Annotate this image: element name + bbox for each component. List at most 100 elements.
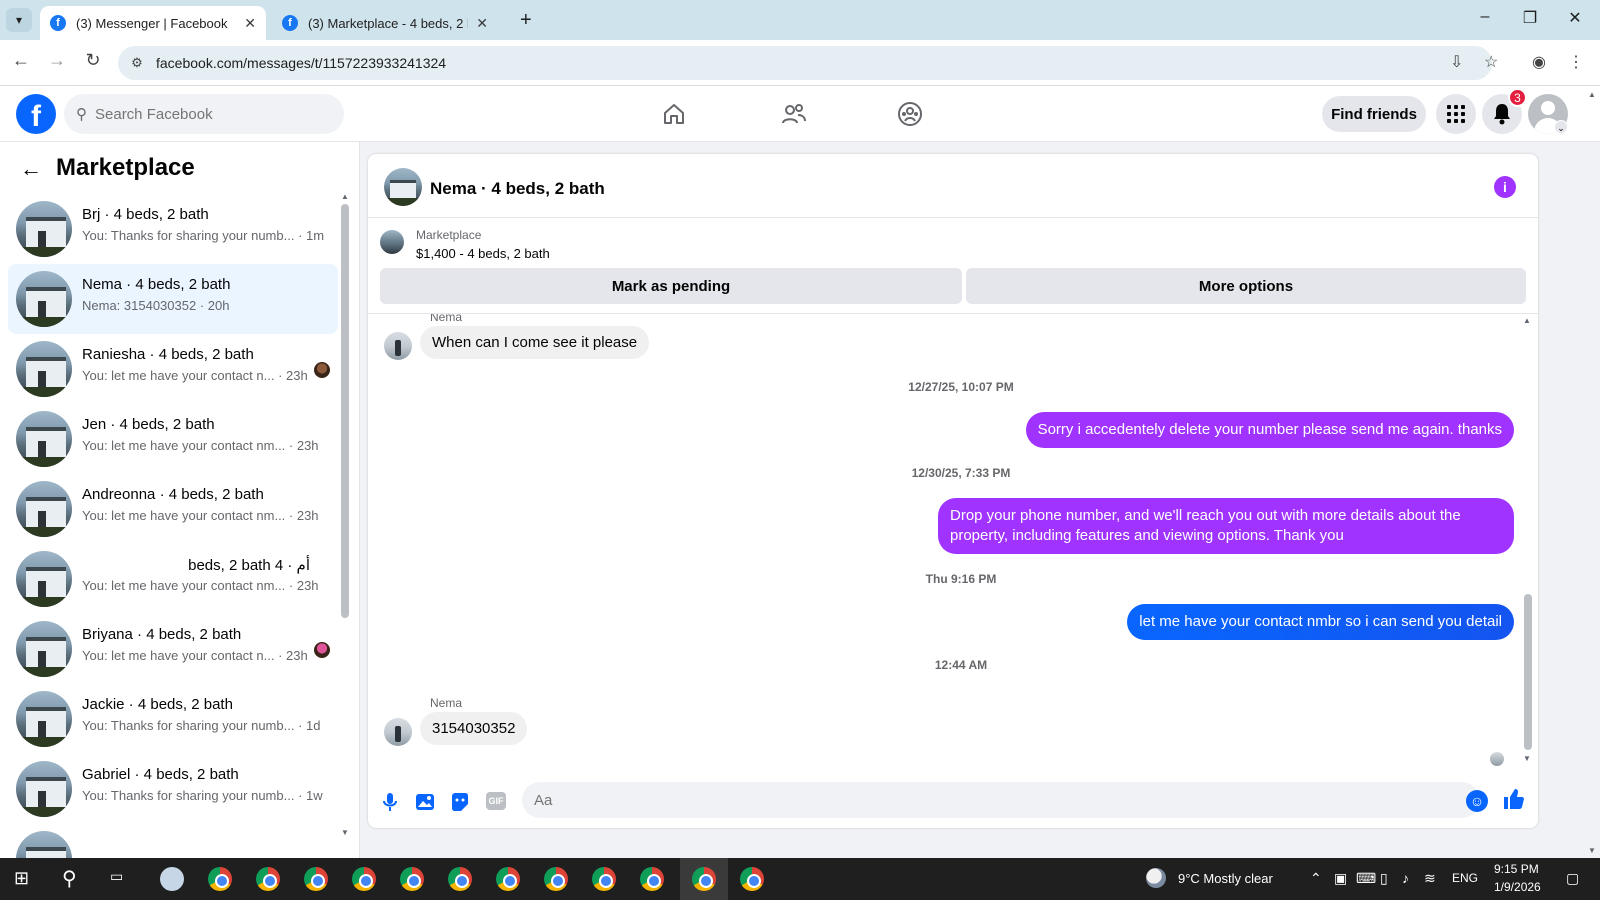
chrome-icon[interactable] (640, 867, 664, 891)
volume-icon[interactable]: ♪ (1402, 870, 1409, 886)
conversation-item[interactable]: Briyana · 4 beds, 2 bath You: let me hav… (8, 614, 338, 684)
battery-icon[interactable]: ▯ (1380, 870, 1388, 887)
chrome-icon[interactable] (304, 867, 328, 891)
browser-tab-marketplace[interactable]: f (3) Marketplace - 4 beds, 2 bath ✕ (272, 6, 498, 40)
browser-menu-icon[interactable]: ⋮ (1568, 52, 1584, 72)
groups-icon[interactable] (890, 98, 930, 130)
home-icon[interactable] (654, 98, 694, 130)
conversation-item[interactable]: Jackie · 4 beds, 2 bath You: Thanks for … (8, 684, 338, 754)
reload-icon[interactable]: ↻ (80, 50, 106, 71)
listing-thumbnail (16, 761, 72, 817)
chrome-icon[interactable] (544, 867, 568, 891)
conversation-preview: Nema: 3154030352 · 20h (82, 298, 230, 313)
clock-date[interactable]: 1/9/2026 (1494, 880, 1541, 894)
sender-avatar[interactable] (384, 718, 412, 746)
outgoing-message[interactable]: Sorry i accedentely delete your number p… (1025, 412, 1514, 448)
back-arrow-icon[interactable]: ← (8, 50, 34, 71)
install-app-icon[interactable]: ⇩ (1450, 52, 1463, 72)
omnibox[interactable]: ⚙ facebook.com/messages/t/11572239332413… (118, 46, 1492, 80)
menu-grid-icon[interactable] (1436, 94, 1476, 134)
chrome-icon[interactable] (496, 867, 520, 891)
language-indicator[interactable]: ENG (1452, 871, 1478, 885)
site-info-icon[interactable]: ⚙ (122, 55, 152, 71)
chrome-icon[interactable] (400, 867, 424, 891)
facebook-search-box[interactable]: ⚲ (64, 94, 344, 134)
conversation-item[interactable]: Jen · 4 beds, 2 bath You: let me have yo… (8, 404, 338, 474)
close-window-icon[interactable]: ✕ (1560, 8, 1590, 28)
photo-icon[interactable] (413, 790, 437, 814)
chat-panel: Nema · 4 beds, 2 bath i Marketplace $1,4… (368, 154, 1538, 828)
timestamp: 12:44 AM (934, 658, 988, 672)
input-method-icon[interactable]: ⌨ (1356, 870, 1376, 887)
chat-header: Nema · 4 beds, 2 bath i (368, 154, 1538, 218)
notification-center-icon[interactable]: ▢ (1566, 870, 1579, 887)
chrome-icon[interactable] (740, 867, 764, 891)
conversation-item[interactable]: Brj · 4 beds, 2 bath You: Thanks for sha… (8, 194, 338, 264)
gif-icon[interactable]: GIF (486, 792, 506, 810)
thumbs-up-icon[interactable] (1502, 788, 1524, 816)
restore-icon[interactable]: ❐ (1515, 8, 1545, 28)
wifi-icon[interactable]: ≋ (1424, 870, 1436, 887)
page-scroll-down-arrow[interactable]: ▼ (1588, 846, 1596, 855)
listing-price[interactable]: $1,400 - 4 beds, 2 bath (416, 246, 550, 261)
mark-as-pending-button[interactable]: Mark as pending (380, 268, 962, 304)
emoji-icon[interactable]: ☺ (1466, 790, 1488, 812)
message-input[interactable] (522, 782, 1480, 818)
bookmark-star-icon[interactable]: ☆ (1484, 52, 1498, 72)
forward-arrow-icon[interactable]: → (44, 50, 70, 71)
conversation-item[interactable] (8, 824, 338, 858)
sticker-icon[interactable] (448, 790, 472, 814)
scroll-down-arrow[interactable]: ▼ (341, 828, 349, 837)
scroll-up-arrow[interactable]: ▲ (1523, 316, 1531, 325)
scrollbar-thumb[interactable] (341, 204, 349, 618)
chrome-icon[interactable] (352, 867, 376, 891)
microphone-icon[interactable] (378, 790, 402, 814)
windows-start-icon[interactable]: ⊞ (14, 868, 29, 889)
chevron-up-icon[interactable]: ⌃ (1310, 870, 1322, 887)
close-tab-icon[interactable]: ✕ (476, 15, 488, 32)
search-icon[interactable]: ⚲ (62, 866, 77, 891)
incoming-message[interactable]: 3154030352 (420, 712, 528, 745)
incoming-message[interactable]: When can I come see it please (420, 326, 650, 359)
more-options-button[interactable]: More options (966, 268, 1526, 304)
new-tab-button[interactable]: + (520, 9, 532, 32)
search-input[interactable] (95, 105, 315, 123)
sender-avatar[interactable] (384, 332, 412, 360)
task-view-icon[interactable]: ▭ (110, 868, 123, 885)
conversation-item[interactable]: Andreonna · 4 beds, 2 bath You: let me h… (8, 474, 338, 544)
browser-tab-messenger[interactable]: f (3) Messenger | Facebook ✕ (40, 6, 266, 40)
scrollbar-thumb[interactable] (1524, 594, 1532, 750)
network-icon[interactable]: ▣ (1334, 870, 1347, 887)
friends-icon[interactable] (774, 98, 814, 130)
page-scroll-up-arrow[interactable]: ▲ (1588, 90, 1596, 99)
chrome-icon[interactable] (256, 867, 280, 891)
conversation-item[interactable]: Gabriel · 4 beds, 2 bath You: Thanks for… (8, 754, 338, 824)
scroll-up-arrow[interactable]: ▲ (341, 192, 349, 201)
back-arrow-icon[interactable]: ← (20, 156, 42, 182)
chrome-icon[interactable] (448, 867, 472, 891)
tab-search-button[interactable]: ▾ (6, 8, 32, 32)
chrome-icon[interactable] (592, 867, 616, 891)
minimize-icon[interactable]: – (1470, 8, 1500, 26)
scroll-down-arrow[interactable]: ▼ (1523, 754, 1531, 763)
weather-text[interactable]: 9°C Mostly clear (1178, 871, 1273, 886)
chrome-icon[interactable] (208, 867, 232, 891)
conversation-item[interactable]: Raniesha · 4 beds, 2 bath You: let me ha… (8, 334, 338, 404)
weather-moon-icon[interactable] (1146, 868, 1166, 888)
chrome-icon-active[interactable] (692, 867, 716, 891)
close-tab-icon[interactable]: ✕ (244, 15, 256, 32)
clock-time[interactable]: 9:15 PM (1494, 862, 1539, 876)
info-icon[interactable]: i (1494, 176, 1516, 198)
conversation-item-selected[interactable]: Nema · 4 beds, 2 bath Nema: 3154030352 ·… (8, 264, 338, 334)
outgoing-message[interactable]: Drop your phone number, and we'll reach … (938, 498, 1514, 554)
app-icon[interactable] (160, 867, 184, 891)
profile-icon[interactable]: ◉ (1532, 52, 1546, 72)
facebook-logo-icon[interactable]: f (16, 94, 56, 134)
chat-title[interactable]: Nema · 4 beds, 2 bath (430, 179, 605, 199)
outgoing-message[interactable]: let me have your contact nmbr so i can s… (1127, 604, 1514, 640)
conversation-item[interactable]: أم · 4 beds, 2 bath You: let me have you… (8, 544, 338, 614)
chevron-down-icon[interactable]: ⌄ (1554, 120, 1568, 134)
listing-avatar[interactable] (384, 168, 422, 206)
listing-thumbnail[interactable] (380, 230, 404, 254)
find-friends-button[interactable]: Find friends (1322, 96, 1426, 132)
